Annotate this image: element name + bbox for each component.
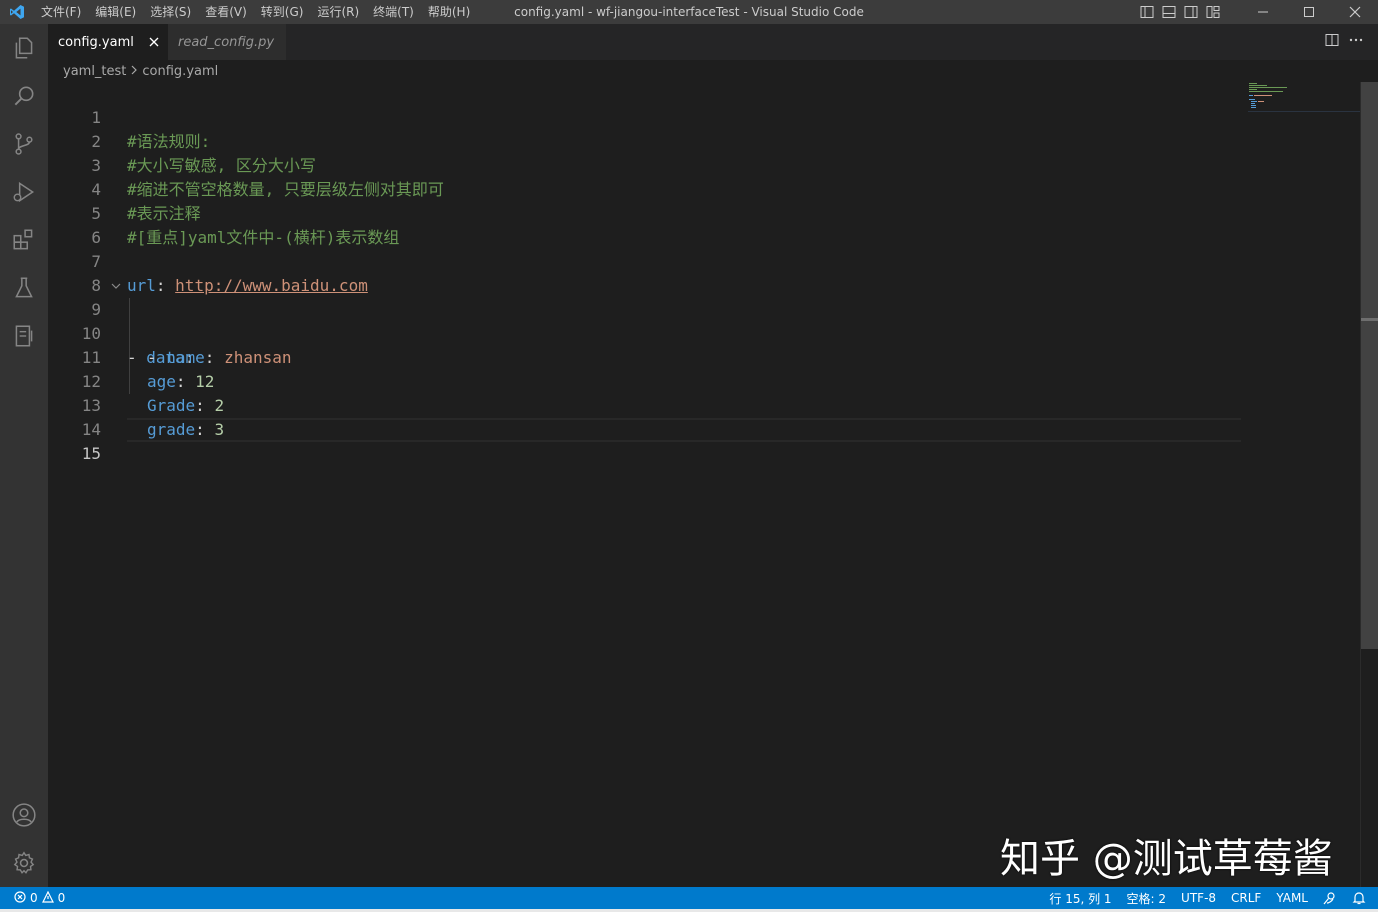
feedback-icon[interactable] [1323,891,1337,905]
fold-chevron-icon[interactable] [110,274,122,298]
problems-indicator[interactable]: 0 0 [0,887,65,909]
warning-icon [41,890,54,906]
code-line: 2 #大小写敏感, 区分大小写 [48,106,1248,175]
code-line: 1 #语法规则: [48,82,1248,151]
extensions-icon[interactable] [0,216,48,264]
tab-config-yaml[interactable]: config.yaml [48,24,168,60]
close-icon[interactable] [146,34,162,50]
tab-label: read_config.py [178,34,275,50]
account-icon[interactable] [0,791,48,839]
code-line: 15 [48,418,1248,463]
code-line: 3 #缩进不管空格数量, 只要层级左侧对其即可 [48,130,1248,199]
watermark: 知乎 @测试草莓酱 [1000,836,1333,882]
code-line: 6 [48,202,1248,247]
maximize-icon[interactable] [1286,0,1332,24]
activity-bar-bottom [0,791,48,887]
language-mode[interactable]: YAML [1276,891,1308,905]
run-debug-icon[interactable] [0,168,48,216]
code-line: 14 [48,394,1248,439]
more-actions-icon[interactable] [1348,32,1364,52]
tab-label: config.yaml [58,34,134,50]
toggle-primary-sidebar-icon[interactable] [1136,0,1158,24]
menu-view[interactable]: 查看(V) [198,0,254,24]
editor-actions [1324,24,1364,60]
cursor-position-marker [1361,318,1378,321]
notebook-icon[interactable] [0,312,48,360]
error-count: 0 [30,891,38,905]
menu-file[interactable]: 文件(F) [34,0,88,24]
code-line: 13 grade: 3 [48,370,1248,439]
code-line: 12 Grade: 2 [48,346,1248,415]
menu-terminal[interactable]: 终端(T) [366,0,421,24]
breadcrumb: yaml_test config.yaml [48,60,1378,82]
code-line: 11 age: 12 [48,322,1248,391]
vscode-logo-icon[interactable] [0,0,34,24]
source-control-icon[interactable] [0,120,48,168]
warning-count: 0 [57,891,66,905]
indentation[interactable]: 空格: 2 [1127,890,1167,907]
breadcrumb-file[interactable]: config.yaml [142,64,218,79]
toggle-panel-icon[interactable] [1158,0,1180,24]
menu-bar: 文件(F) 编辑(E) 选择(S) 查看(V) 转到(G) 运行(R) 终端(T… [34,0,477,24]
code-line: 7 url: http://www.baidu.com [48,226,1248,295]
line-number: 15 [81,444,101,463]
vertical-scrollbar-thumb[interactable] [1361,82,1378,649]
status-bar-right: 行 15, 列 1 空格: 2 UTF-8 CRLF YAML [1049,887,1366,909]
testing-icon[interactable] [0,264,48,312]
menu-help[interactable]: 帮助(H) [421,0,477,24]
code-line: 9 - data: [48,274,1248,367]
tab-read-config-py[interactable]: read_config.py [168,24,286,60]
encoding[interactable]: UTF-8 [1181,891,1216,905]
toggle-secondary-sidebar-icon[interactable] [1180,0,1202,24]
code-line: 5 #[重点]yaml文件中-(横杆)表示数组 [48,178,1248,247]
status-bar: 0 0 行 15, 列 1 空格: 2 UTF-8 CRLF YAML [0,887,1378,909]
minimap[interactable] [1248,82,1360,112]
error-icon [14,890,26,906]
menu-go[interactable]: 转到(G) [254,0,311,24]
chevron-right-icon [130,64,138,79]
end-of-line[interactable]: CRLF [1231,891,1261,905]
window-controls [1136,0,1378,24]
tab-bar: config.yaml read_config.py [48,24,1378,60]
close-window-icon[interactable] [1332,0,1378,24]
customize-layout-icon[interactable] [1202,0,1224,24]
cursor-position[interactable]: 行 15, 列 1 [1049,890,1111,907]
menu-edit[interactable]: 编辑(E) [88,0,143,24]
settings-gear-icon[interactable] [0,839,48,887]
code-line: 4 #表示注释 [48,154,1248,223]
breadcrumb-folder[interactable]: yaml_test [63,64,126,79]
activity-bar [0,24,48,887]
code-line: 8 [48,250,1248,295]
explorer-icon[interactable] [0,24,48,72]
title-bar: 文件(F) 编辑(E) 选择(S) 查看(V) 转到(G) 运行(R) 终端(T… [0,0,1378,24]
search-icon[interactable] [0,72,48,120]
notifications-bell-icon[interactable] [1352,891,1366,905]
menu-selection[interactable]: 选择(S) [143,0,198,24]
code-line: 10 - name: zhansan [48,298,1248,367]
code-editor[interactable]: 1 #语法规则: 2 #大小写敏感, 区分大小写 3 #缩进不管空格数量, 只要… [48,82,1378,887]
minimize-icon[interactable] [1240,0,1286,24]
split-editor-icon[interactable] [1324,32,1340,52]
menu-run[interactable]: 运行(R) [310,0,366,24]
